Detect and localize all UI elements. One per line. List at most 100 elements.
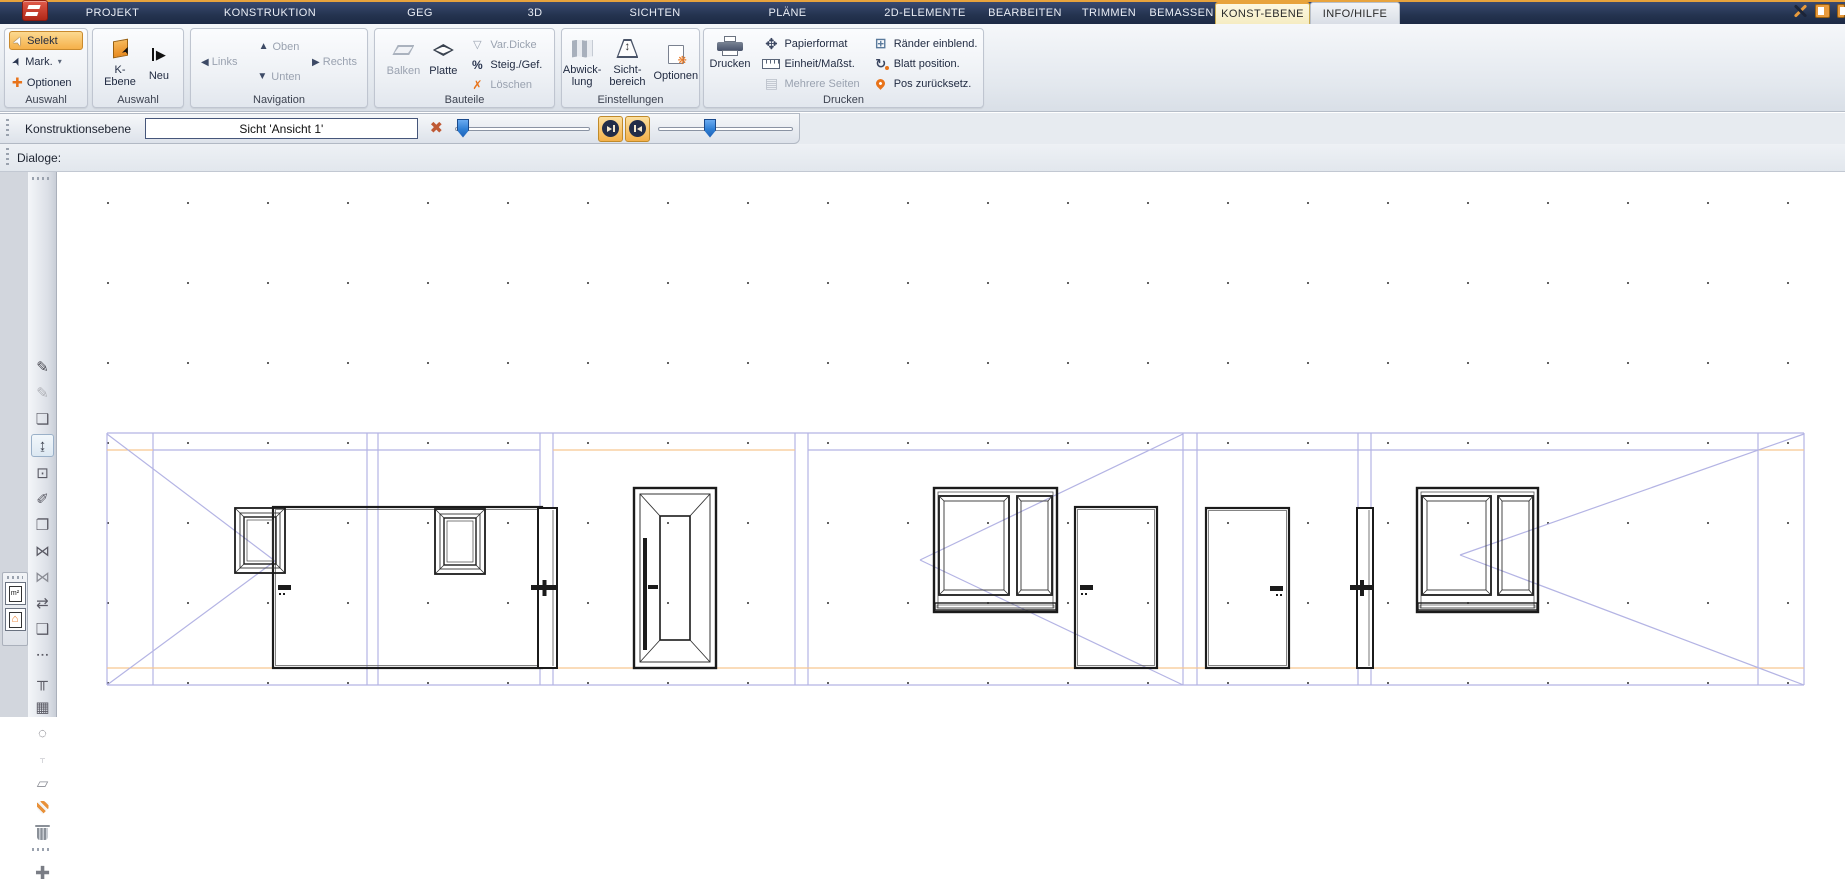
optionen-button[interactable]: ✚ Optionen [9,73,83,92]
group-label-auswahl-1: Auswahl [5,94,87,106]
papierformat-button[interactable]: ✥ Papierformat [759,34,862,53]
links-label: Links [212,56,238,68]
layers-button[interactable]: ▱ [31,772,54,795]
panel-edge-icon[interactable] [1837,4,1845,18]
nav-links-button[interactable]: ◀ Links [201,56,237,68]
sichtbereich-button[interactable]: ↕ Sicht-bereich [606,34,648,90]
group-label-drucken: Drucken [704,94,983,106]
tab-pl-ne[interactable]: PLÄNE [705,2,870,24]
move-cross-button[interactable]: ✚ [31,862,54,885]
app-logo[interactable] [22,0,48,21]
konstruktionsebene-toolbar: Konstruktionsebene ✖ [0,113,800,144]
tab-bemassen[interactable]: BEMASSEN [1148,2,1215,24]
skip-back-icon [629,120,646,137]
map-pin-icon [874,77,887,90]
tab-projekt[interactable]: PROJEKT [60,2,165,24]
blatt-position-button[interactable]: ↻ Blatt position. [869,54,981,73]
toolbar-grip[interactable] [6,119,9,139]
home-document-icon: ⌂ [9,612,22,628]
polygon-nodes-icon: ◌ [38,726,47,741]
shield-button[interactable] [31,796,54,819]
tab-3d[interactable]: 3D [465,2,605,24]
more-options-icon: ▪ ▪ ▪ [37,648,48,663]
dialoge-grip[interactable] [6,148,9,168]
mirror-icon: ⋈ [35,544,50,559]
mehrere-seiten-button[interactable]: ▤ Mehrere Seiten [759,74,862,93]
abwicklung-button[interactable]: Abwick-lung [560,34,605,90]
ribbon: ➤ Selekt ➤ Mark. ▾ ✚ Optionen Auswahl ➤ … [0,24,1845,112]
level-height-button[interactable]: ↨ [31,434,54,457]
drucken-button[interactable]: Drucken [707,34,754,72]
nav-unten-button[interactable]: ▼ Unten [201,71,357,83]
tab-geg[interactable]: GEG [375,2,465,24]
mark-button[interactable]: ➤ Mark. ▾ [9,52,83,71]
camera-view-icon: ⊡ [36,466,49,481]
palette-grip[interactable] [7,576,23,579]
platte-button[interactable]: Platte [426,35,460,79]
depth-slider[interactable] [658,117,793,141]
more-options-button[interactable]: ▪ ▪ ▪ [31,644,54,667]
camera-view-button[interactable]: ⊡ [31,462,54,485]
mirror-button[interactable]: ⋈ [31,540,54,563]
selekt-button[interactable]: ➤ Selekt [9,31,83,50]
nav-oben-button[interactable]: ▲ Oben [201,41,357,53]
drawing-canvas[interactable] [57,172,1845,717]
mirror-copy-button[interactable]: ⋈ [31,566,54,589]
pos-zuruecksetzen-button[interactable]: Pos zurücksetz. [869,74,981,93]
matrix-button[interactable]: ▦ [31,696,54,719]
trash-button[interactable] [31,822,54,845]
delete-view-button[interactable]: ✖ [430,121,443,137]
k-ebene-button[interactable]: ➤ K-Ebene [101,34,139,90]
einheit-button[interactable]: Einheit/Maßst. [759,54,862,73]
balken-button[interactable]: Balken [384,35,424,79]
add-element-button[interactable]: ❐ [31,514,54,537]
distribute-icon: ╥ [37,674,48,689]
page-gear-icon [668,45,684,64]
toolstrip-grip[interactable] [32,177,52,180]
level-slider[interactable] [455,117,590,141]
neu-button[interactable]: ▶ Neu [143,40,175,84]
skip-forward-button[interactable] [598,116,623,142]
tab-konst-ebene[interactable]: KONST-EBENE [1215,2,1310,24]
measure-pen-button[interactable]: ✎ [31,356,54,379]
panel-layout-icon[interactable] [1815,4,1830,18]
raender-button[interactable]: ⊞ Ränder einblend. [869,34,981,53]
tree-disabled-button[interactable]: ┬ [31,748,54,771]
trash-icon [37,828,48,840]
edit-point-button[interactable]: ✐ [31,488,54,511]
einstellungen-optionen-button[interactable]: Optionen [650,40,701,84]
nav-rechts-button[interactable]: ▶ Rechts [312,56,357,68]
loeschen-button[interactable]: ✗ Löschen [465,75,545,94]
view-name-field[interactable] [145,118,418,139]
tab-konstruktion[interactable]: KONSTRUKTION [165,2,375,24]
swap-button[interactable]: ⇄ [31,592,54,615]
cursor-icon: ➤ [10,33,27,48]
tab-sichten[interactable]: SICHTEN [605,2,705,24]
var-dicke-button[interactable]: ▽ Var.Dicke [465,35,545,54]
depth-slider-thumb[interactable] [704,119,716,138]
copy-add-button[interactable]: ❑ [31,618,54,641]
mehrere-seiten-label: Mehrere Seiten [784,78,859,90]
copy-properties-button[interactable]: ❏ [31,408,54,431]
tab-bearbeiten[interactable]: BEARBEITEN [980,2,1070,24]
distribute-button[interactable]: ╥ [31,670,54,693]
area-document-button[interactable]: m² [5,582,26,605]
dialoge-label: Dialoge: [17,151,61,165]
group-drucken: Drucken ✥ Papierformat Einheit/Maßst. ▤ … [703,28,984,108]
tools-icon[interactable] [1792,3,1808,19]
tab-2d-elemente[interactable]: 2D-ELEMENTE [870,2,980,24]
polygon-nodes-button[interactable]: ◌ [31,722,54,745]
blatt-position-label: Blatt position. [894,58,960,70]
tab-trimmen[interactable]: TRIMMEN [1070,2,1148,24]
dialoge-bar: Dialoge: [0,144,1845,172]
copy-properties-icon: ❏ [36,412,49,427]
steigung-button[interactable]: % Steig./Gef. [465,55,545,74]
measure-pen-disabled-button[interactable]: ✎ [31,382,54,405]
var-dicke-label: Var.Dicke [490,39,536,51]
skip-back-button[interactable] [625,116,650,142]
group-label-navigation: Navigation [191,94,367,106]
level-slider-thumb[interactable] [457,119,469,138]
tab-info-hilfe[interactable]: INFO/HILFE [1310,2,1400,24]
new-level-icon: ▶ [152,48,166,61]
home-document-button[interactable]: ⌂ [5,608,26,631]
